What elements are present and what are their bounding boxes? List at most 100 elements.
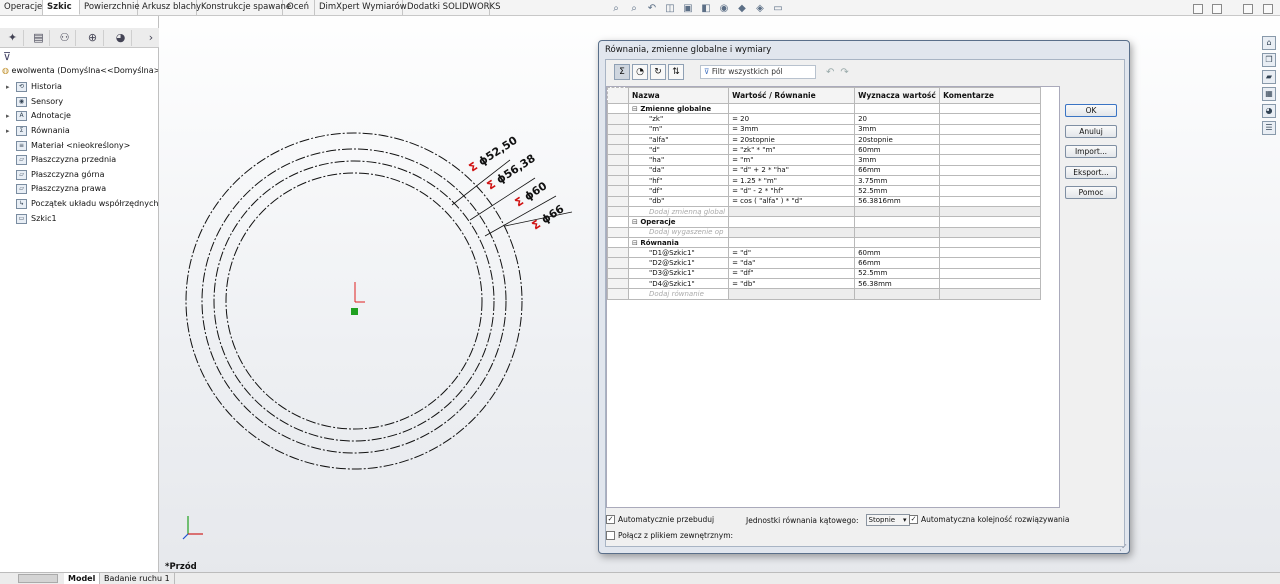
evaluated-value-cell[interactable]: 56.3816mm — [854, 195, 941, 207]
comment-cell[interactable] — [939, 185, 1042, 197]
comment-cell[interactable] — [939, 247, 1042, 259]
empty-cell[interactable] — [854, 205, 941, 218]
equation-cell[interactable]: = "d" — [728, 247, 856, 259]
empty-cell[interactable] — [854, 226, 941, 238]
table-row[interactable]: "d" = "zk" * "m" 60mm — [607, 144, 1042, 156]
empty-cell[interactable] — [939, 102, 1042, 115]
table-row[interactable]: "D4@Szkic1" = "db" 56.38mm — [607, 278, 1042, 290]
name-cell[interactable]: "D2@Szkic1" — [627, 257, 730, 269]
auto-rebuild-option[interactable]: ✓ Automatycznie przebuduj — [606, 515, 714, 524]
table-row[interactable]: "zk" = 20 20 — [607, 113, 1042, 125]
row-header[interactable] — [607, 278, 629, 290]
filter-all-fields-input[interactable]: ⊽ Filtr wszystkich pól — [700, 65, 816, 79]
empty-cell[interactable] — [939, 236, 1042, 249]
comment-cell[interactable] — [939, 123, 1042, 135]
undo-icon[interactable]: ↶ — [826, 67, 834, 78]
section-title[interactable]: ⊟ Zmienne globalne — [627, 102, 730, 115]
dimension-view-icon[interactable]: ↻ — [650, 64, 666, 80]
add-entry-cell[interactable]: Dodaj wygaszenie op — [627, 226, 730, 238]
comment-cell[interactable] — [939, 133, 1042, 146]
custom-properties-icon[interactable]: ☰ — [1262, 121, 1276, 135]
help-button[interactable]: Pomoc — [1065, 186, 1117, 199]
equation-view-icon[interactable]: Σ — [614, 64, 630, 80]
evaluated-value-cell[interactable]: 60mm — [854, 144, 941, 156]
collapse-icon[interactable]: ⊟ — [632, 218, 638, 226]
ok-button[interactable]: OK — [1065, 104, 1117, 117]
empty-cell[interactable] — [854, 288, 941, 300]
evaluated-value-cell[interactable]: 52.5mm — [854, 185, 941, 197]
auto-order-option[interactable]: ✓ Automatyczna kolejność rozwiązywania — [909, 515, 1070, 524]
empty-cell[interactable] — [728, 288, 856, 300]
sketch-circle[interactable] — [185, 132, 523, 470]
collapse-icon[interactable]: ⊟ — [632, 239, 638, 247]
comment-cell[interactable] — [939, 267, 1042, 280]
add-entry-cell[interactable]: Dodaj zmienną global — [627, 205, 730, 218]
auto-rebuild-checkbox[interactable]: ✓ — [606, 515, 615, 524]
table-row[interactable]: "m" = 3mm 3mm — [607, 123, 1042, 135]
name-cell[interactable]: "d" — [627, 144, 730, 156]
comment-cell[interactable] — [939, 113, 1042, 125]
comment-cell[interactable] — [939, 175, 1042, 187]
evaluated-value-cell[interactable]: 20stopnie — [854, 133, 941, 146]
empty-cell[interactable] — [854, 102, 941, 115]
angle-units-select[interactable]: Stopnie ▾ — [865, 514, 910, 526]
section-title[interactable]: ⊟ Równania — [627, 236, 730, 249]
row-header[interactable] — [607, 133, 629, 146]
tab-model[interactable]: Model — [64, 573, 101, 584]
row-header[interactable] — [607, 113, 629, 125]
name-cell[interactable]: "da" — [627, 164, 730, 177]
appearances-icon[interactable]: ◕ — [1262, 104, 1276, 118]
comment-cell[interactable] — [939, 164, 1042, 177]
ordered-view-icon[interactable]: ⇅ — [668, 64, 684, 80]
name-cell[interactable]: "df" — [627, 185, 730, 197]
sketch-circle[interactable] — [225, 172, 483, 430]
evaluated-value-cell[interactable]: 60mm — [854, 247, 941, 259]
equation-cell[interactable]: = 20stopnie — [728, 133, 856, 146]
link-external-checkbox[interactable] — [606, 531, 615, 540]
table-row[interactable]: "D3@Szkic1" = "df" 52.5mm — [607, 267, 1042, 280]
row-header[interactable] — [607, 123, 629, 135]
evaluated-value-cell[interactable]: 66mm — [854, 257, 941, 269]
link-external-option[interactable]: Połącz z plikiem zewnętrznym: — [606, 531, 733, 540]
name-cell[interactable]: "D1@Szkic1" — [627, 247, 730, 259]
row-header[interactable] — [607, 154, 629, 166]
empty-cell[interactable] — [939, 226, 1042, 238]
redo-icon[interactable]: ↷ — [840, 67, 848, 78]
add-row[interactable]: Dodaj zmienną global — [607, 205, 1042, 218]
table-row[interactable]: "db" = cos ( "alfa" ) * "d" 56.3816mm — [607, 195, 1042, 207]
table-row[interactable]: "ha" = "m" 3mm — [607, 154, 1042, 166]
sketch-equation-view-icon[interactable]: ◔ — [632, 64, 648, 80]
section-row[interactable]: ⊟ Operacje — [607, 216, 1042, 228]
equation-cell[interactable]: = 1.25 * "m" — [728, 175, 856, 187]
row-header[interactable] — [607, 216, 629, 228]
row-header[interactable] — [607, 102, 629, 115]
evaluated-value-cell[interactable]: 3mm — [854, 154, 941, 166]
empty-cell[interactable] — [854, 236, 941, 249]
sketch-circle[interactable] — [201, 148, 507, 454]
section-title[interactable]: ⊟ Operacje — [627, 216, 730, 228]
equation-cell[interactable]: = "zk" * "m" — [728, 144, 856, 156]
row-header[interactable] — [607, 267, 629, 280]
table-row[interactable]: "alfa" = 20stopnie 20stopnie — [607, 133, 1042, 146]
comment-cell[interactable] — [939, 154, 1042, 166]
resize-grip-icon[interactable]: ⋰ — [1119, 543, 1127, 552]
empty-cell[interactable] — [939, 216, 1042, 228]
sketch-circle[interactable] — [213, 160, 495, 442]
equation-cell[interactable]: = 20 — [728, 113, 856, 125]
design-library-icon[interactable]: ❒ — [1262, 53, 1276, 67]
add-row[interactable]: Dodaj wygaszenie op — [607, 226, 1042, 238]
evaluated-value-cell[interactable]: 3.75mm — [854, 175, 941, 187]
empty-cell[interactable] — [728, 236, 856, 249]
equation-cell[interactable]: = "d" + 2 * "ha" — [728, 164, 856, 177]
section-row[interactable]: ⊟ Zmienne globalne — [607, 102, 1042, 115]
add-row[interactable]: Dodaj równanie — [607, 288, 1042, 300]
row-header[interactable] — [607, 205, 629, 218]
comment-cell[interactable] — [939, 144, 1042, 156]
row-header[interactable] — [607, 226, 629, 238]
empty-cell[interactable] — [728, 226, 856, 238]
auto-order-checkbox[interactable]: ✓ — [909, 515, 918, 524]
name-cell[interactable]: "D3@Szkic1" — [627, 267, 730, 280]
table-row[interactable]: "hf" = 1.25 * "m" 3.75mm — [607, 175, 1042, 187]
equation-cell[interactable]: = "df" — [728, 267, 856, 280]
empty-cell[interactable] — [728, 216, 856, 228]
